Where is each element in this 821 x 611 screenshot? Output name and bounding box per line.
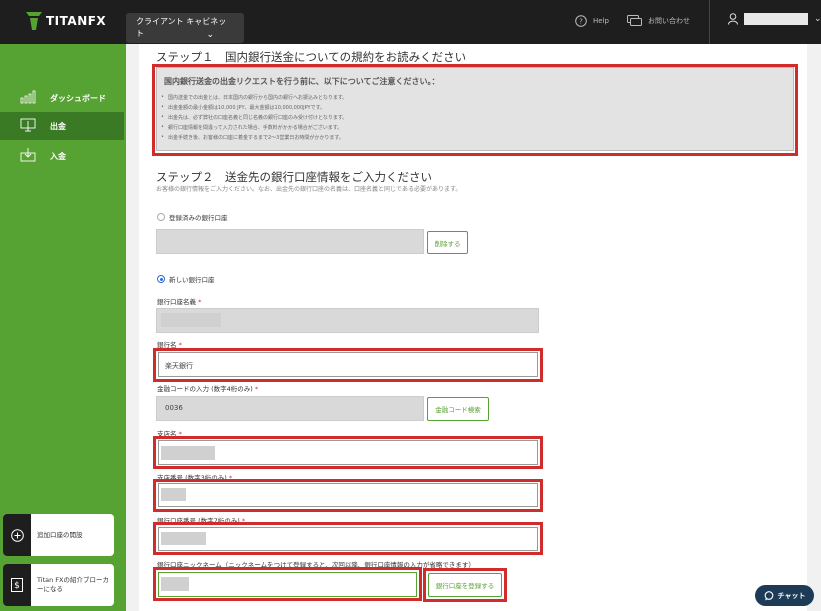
brand-name: TITANFX <box>46 14 107 28</box>
chat-bubble-icon <box>764 590 773 600</box>
step2-heading: ステップ２ 送金先の銀行口座情報をご入力ください <box>156 170 432 184</box>
dollar-doc-icon: $ <box>3 564 31 606</box>
new-account-option[interactable]: 新しい銀行口座 <box>157 274 215 284</box>
client-cabinet-dropdown[interactable]: クライアント キャビネット ⌄ <box>126 13 244 43</box>
masked-value <box>161 446 215 460</box>
bank-name-label: 銀行名 * <box>157 341 182 349</box>
open-additional-account-card[interactable]: 追加口座の開設 <box>3 514 114 556</box>
become-ib-card[interactable]: $ Titan FXの紹介ブローカーになる <box>3 564 114 606</box>
branch-number-field[interactable] <box>158 483 538 507</box>
sidebar-item-label: 入金 <box>50 151 66 161</box>
user-menu[interactable]: ⌄ <box>728 13 821 25</box>
chevron-down-icon: ⌄ <box>814 14 821 24</box>
notice-line: 銀行口座情報を間違って入力された場合、手数料がかかる場合がございます。 <box>161 124 342 131</box>
header-divider <box>709 0 710 44</box>
step1-heading: ステップ１ 国内銀行送金についての規約をお読みください <box>156 50 467 64</box>
notice-line: 国内送金での出金とは、日本国内の銀行から国内の銀行へお振込みとなります。 <box>161 94 347 101</box>
bar-chart-icon <box>20 90 36 104</box>
titan-logo-icon <box>26 12 42 30</box>
bank-code-search-button[interactable]: 金融コード検索 <box>427 397 489 421</box>
sidebar-item-label: 出金 <box>50 121 66 131</box>
notice-title: 国内銀行送金の出金リクエストを行う前に、以下についてご注意ください。： <box>164 77 440 86</box>
branch-number-label: 支店番号 (数字3桁のみ) * <box>157 474 233 482</box>
deposit-icon <box>20 148 36 162</box>
notice-line: 出金手続き後、お客様の口座に着金するまで2～3営業日お時間がかかります。 <box>161 134 344 141</box>
bank-code-field[interactable] <box>156 396 424 421</box>
become-ib-label: Titan FXの紹介ブローカーになる <box>37 576 109 593</box>
masked-value <box>161 532 206 545</box>
bank-code-value: 0036 <box>165 404 183 412</box>
new-account-radio[interactable] <box>157 275 165 283</box>
registered-account-radio[interactable] <box>157 213 165 221</box>
top-bar: TITANFX クライアント キャビネット ⌄ ? Help お問い合わせ ⌄ <box>0 0 821 44</box>
contact-label: お問い合わせ <box>648 17 690 25</box>
chat-button[interactable]: チャット <box>755 585 814 606</box>
bank-code-label: 金融コードの入力 (数字4桁のみ) * <box>157 385 259 393</box>
notice-line: 出金金額の最小金額は10,000 JPY、最大金額は10,000,000JPYで… <box>161 104 325 111</box>
chat-label: チャット <box>777 591 806 600</box>
user-name-masked <box>744 13 808 25</box>
branch-name-label: 支店名 * <box>157 430 182 438</box>
step2-note: お客様の銀行情報をご入力ください。なお、出金先の銀行口座の名義は、口座名義と同じ… <box>156 186 462 193</box>
svg-text:$: $ <box>14 581 20 591</box>
monitor-withdraw-icon <box>20 118 36 132</box>
sidebar-item-withdraw[interactable]: 出金 <box>0 112 124 140</box>
masked-value <box>161 313 221 327</box>
notice-line: 出金先は、必ず弊社の口座名義と同じ名義の銀行口座のみ受け付けとなります。 <box>161 114 347 121</box>
user-icon <box>728 13 738 25</box>
registered-account-option[interactable]: 登録済みの銀行口座 <box>157 212 228 222</box>
delete-button[interactable]: 削除する <box>427 231 468 254</box>
help-link[interactable]: ? Help <box>575 15 609 27</box>
masked-value <box>161 488 186 501</box>
bank-name-field[interactable] <box>158 352 538 377</box>
plus-circle-icon <box>3 514 31 556</box>
contact-link[interactable]: お問い合わせ <box>627 15 690 27</box>
open-additional-account-label: 追加口座の開設 <box>37 531 83 539</box>
sidebar-item-deposit[interactable]: 入金 <box>0 142 124 170</box>
registered-account-label: 登録済みの銀行口座 <box>169 214 228 222</box>
account-holder-label: 銀行口座名義 * <box>157 298 202 306</box>
account-number-field[interactable] <box>158 527 538 551</box>
help-label: Help <box>593 17 609 25</box>
bank-name-value: 楽天銀行 <box>165 362 193 370</box>
masked-value <box>161 577 189 591</box>
register-bank-account-button[interactable]: 銀行口座を登録する <box>428 573 502 597</box>
svg-text:?: ? <box>579 18 583 26</box>
branch-name-field[interactable] <box>158 440 538 465</box>
chat-bubble-icon <box>627 15 642 26</box>
sidebar: ダッシュボード 出金 入金 追加口座の開設 $ Titan FXの紹介ブローカー… <box>0 44 126 611</box>
help-icon: ? <box>575 15 587 27</box>
brand-logo[interactable]: TITANFX <box>26 12 106 30</box>
new-account-label: 新しい銀行口座 <box>169 276 215 284</box>
sidebar-item-label: ダッシュボード <box>50 93 106 103</box>
chevron-down-icon: ⌄ <box>206 30 214 40</box>
sidebar-item-dashboard[interactable]: ダッシュボード <box>0 84 124 112</box>
account-number-label: 銀行口座番号 (数字7桁のみ) * <box>157 517 246 525</box>
nickname-label: 銀行口座ニックネーム（ニックネームをつけて登録すると、次回以降、銀行口座情報の入… <box>157 561 475 569</box>
nickname-field[interactable] <box>158 572 417 597</box>
registered-account-select[interactable] <box>156 229 424 254</box>
